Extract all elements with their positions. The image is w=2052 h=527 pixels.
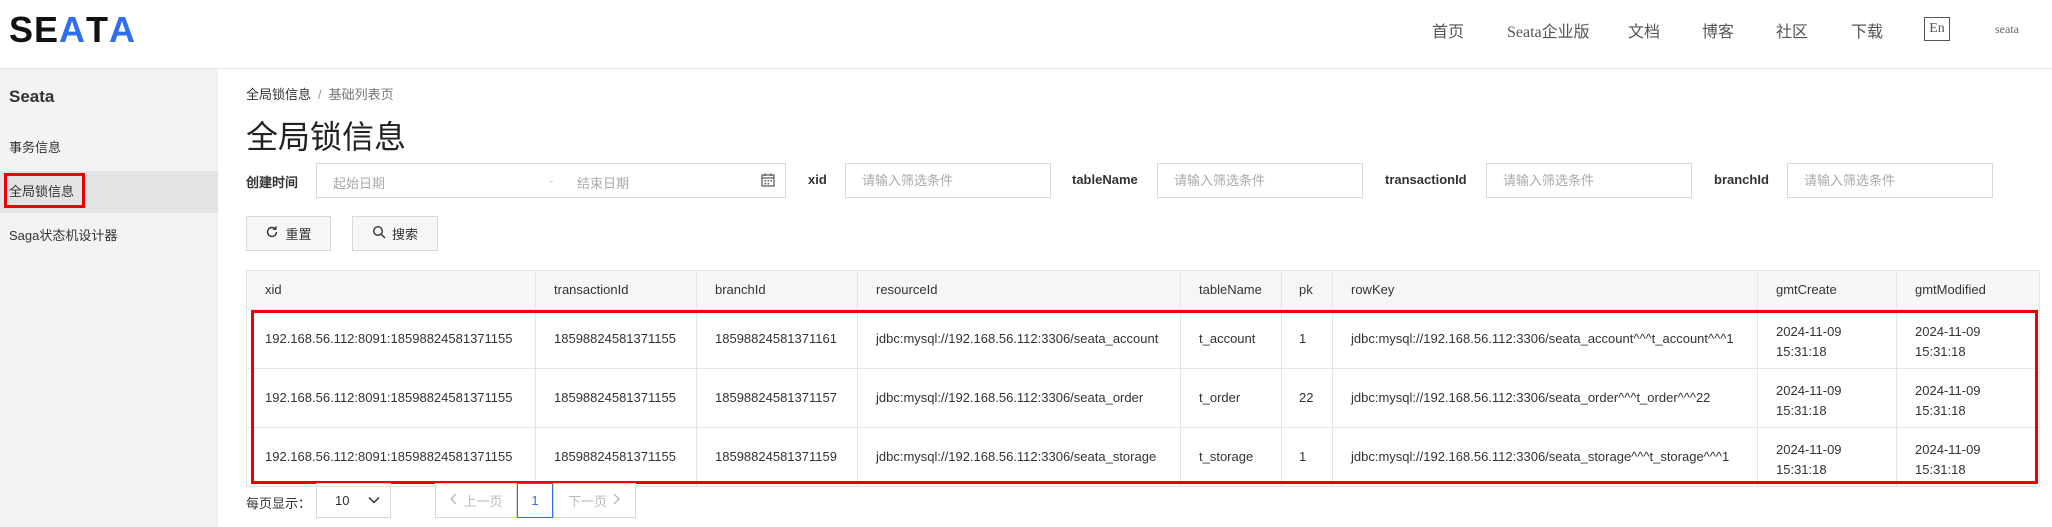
tablename-label: tableName [1072, 172, 1138, 187]
date-range-picker[interactable]: 起始日期 - 结束日期 [316, 163, 786, 198]
nav-home[interactable]: 首页 [1432, 18, 1464, 42]
pagination: 上一页 1 下一页 [435, 483, 636, 518]
sidebar-title: Seata [9, 87, 55, 106]
column-header-rowkey: rowKey [1351, 282, 1395, 297]
column-header-pk: pk [1299, 282, 1313, 297]
chevron-down-icon [366, 492, 382, 511]
prev-page-label: 上一页 [463, 494, 503, 509]
page-title: 全局锁信息 [246, 119, 407, 155]
xid-input[interactable]: 请输入筛选条件 [845, 163, 1051, 198]
column-header-tablename: tableName [1199, 282, 1262, 297]
branchid-label: branchId [1714, 172, 1769, 187]
column-header-gmtmodified: gmtModified [1915, 282, 1986, 297]
top-header: SEATA 首页 Seata企业版 文档 博客 社区 下载 En seata [0, 0, 2052, 69]
search-icon [372, 225, 386, 242]
created-time-label: 创建时间 [246, 175, 299, 190]
logo-letter: S [9, 9, 35, 50]
next-page-button[interactable]: 下一页 [553, 483, 636, 518]
search-button[interactable]: 搜索 [352, 216, 438, 251]
seata-logo[interactable]: SEATA [9, 9, 136, 50]
branchid-input[interactable]: 请输入筛选条件 [1787, 163, 1993, 198]
transactionid-input[interactable]: 请输入筛选条件 [1486, 163, 1692, 198]
reset-button-label: 重置 [285, 227, 312, 242]
logo-letter: A [59, 9, 87, 50]
sidebar-item-transactions[interactable]: 事务信息 [0, 127, 218, 169]
tablename-input[interactable]: 请输入筛选条件 [1157, 163, 1363, 198]
sidebar: Seata 事务信息 全局锁信息 Saga状态机设计器 [0, 69, 218, 527]
logo-letter: A [109, 9, 137, 50]
breadcrumb-item-current: 基础列表页 [328, 87, 394, 102]
next-page-label: 下一页 [567, 494, 607, 509]
column-header-transactionid: transactionId [554, 282, 629, 297]
range-separator: - [549, 173, 554, 188]
table-header: xid transactionId branchId resourceId ta… [247, 271, 2039, 310]
search-button-label: 搜索 [391, 227, 418, 242]
transactionid-label: transactionId [1385, 172, 1467, 187]
reset-icon [265, 225, 279, 242]
per-page-label: 每页显示： [246, 496, 312, 511]
sidebar-item-saga-designer[interactable]: Saga状态机设计器 [0, 215, 218, 257]
sidebar-highlight-box [4, 173, 85, 208]
breadcrumb: 全局锁信息 / 基础列表页 [246, 84, 394, 103]
breadcrumb-item[interactable]: 全局锁信息 [246, 87, 311, 102]
nav-blog[interactable]: 博客 [1702, 18, 1734, 42]
table-highlight-box [251, 310, 2038, 484]
nav-docs[interactable]: 文档 [1628, 18, 1660, 42]
calendar-icon[interactable] [761, 173, 775, 190]
logo-letter: E [34, 9, 60, 50]
language-toggle-button[interactable]: En [1924, 17, 1950, 41]
end-date-placeholder[interactable]: 结束日期 [577, 173, 629, 192]
column-header-resourceid: resourceId [876, 282, 938, 297]
column-header-gmtcreate: gmtCreate [1776, 282, 1837, 297]
xid-label: xid [808, 172, 827, 187]
start-date-placeholder[interactable]: 起始日期 [333, 173, 385, 192]
per-page-value: 10 [335, 493, 350, 508]
breadcrumb-separator: / [318, 87, 322, 102]
user-name[interactable]: seata [1995, 22, 2019, 37]
per-page-select[interactable]: 10 [316, 483, 391, 518]
nav-enterprise[interactable]: Seata企业版 [1507, 18, 1590, 42]
prev-page-button[interactable]: 上一页 [435, 483, 517, 518]
column-header-xid: xid [265, 282, 282, 297]
chevron-right-icon [611, 493, 621, 508]
chevron-left-icon [449, 493, 459, 508]
page-number-button[interactable]: 1 [517, 483, 553, 518]
nav-download[interactable]: 下载 [1851, 18, 1883, 42]
column-header-branchid: branchId [715, 282, 766, 297]
nav-community[interactable]: 社区 [1776, 18, 1808, 42]
reset-button[interactable]: 重置 [246, 216, 331, 251]
logo-letter: T [86, 9, 110, 50]
